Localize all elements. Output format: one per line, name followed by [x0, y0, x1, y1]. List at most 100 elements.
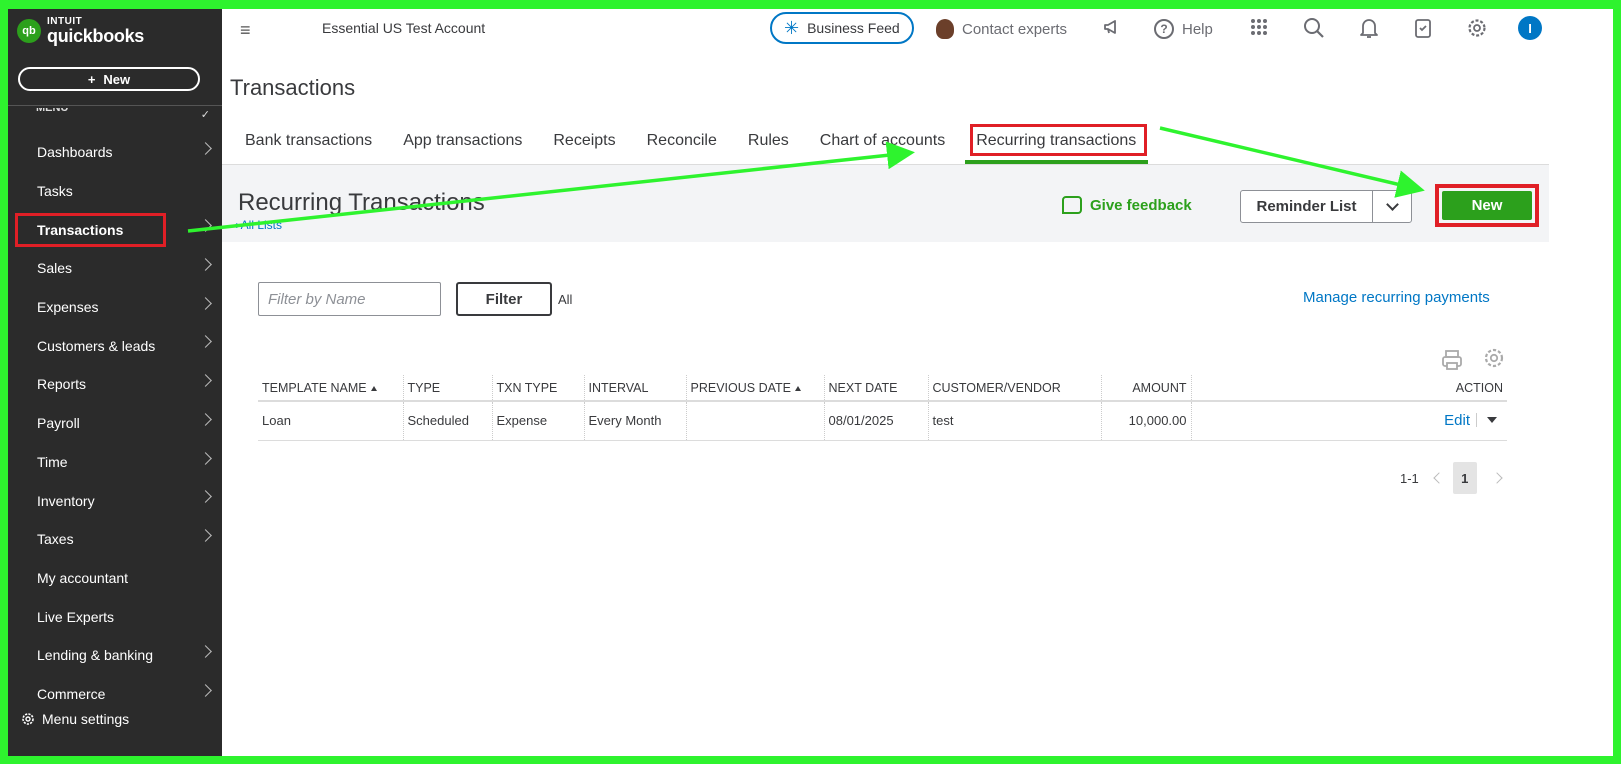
col-txn-type[interactable]: TXN TYPE	[492, 375, 585, 402]
sidebar-item-label: Taxes	[37, 531, 74, 548]
reminder-list-button[interactable]: Reminder List	[1241, 191, 1373, 222]
col-next-date-label: NEXT DATE	[828, 380, 898, 395]
next-page-icon[interactable]	[1491, 472, 1503, 484]
sidebar-item-label: Lending & banking	[37, 647, 153, 664]
sidebar-item-expenses[interactable]: Expenses	[8, 288, 222, 327]
table-settings-gear-icon[interactable]	[1482, 346, 1506, 375]
chevron-down-icon	[1385, 197, 1399, 211]
cell-txn-type: Expense	[492, 401, 585, 441]
cell-customer-vendor: test	[928, 401, 1102, 441]
search-icon[interactable]	[1303, 17, 1325, 44]
sidebar-new-label: New	[103, 71, 131, 87]
col-template-name[interactable]: TEMPLATE NAME	[258, 375, 404, 402]
sidebar-item-inventory[interactable]: Inventory	[8, 481, 222, 520]
sidebar-item-my-accountant[interactable]: My accountant	[8, 559, 222, 598]
sidebar-item-live-experts[interactable]: Live Experts	[8, 597, 222, 636]
sort-ascending-icon	[370, 385, 377, 391]
tab-recurring-transactions[interactable]: Recurring transactions	[961, 124, 1152, 164]
help-label: Help	[1182, 20, 1213, 38]
clipboard-icon[interactable]	[1413, 17, 1433, 44]
chevron-right-icon	[199, 335, 212, 349]
sidebar-item-tasks[interactable]: Tasks	[8, 172, 222, 211]
give-feedback-label: Give feedback	[1090, 196, 1192, 214]
sparkle-icon: ✳	[784, 17, 800, 38]
apps-grid-icon[interactable]	[1249, 17, 1269, 42]
megaphone-icon[interactable]	[1102, 17, 1122, 42]
col-next-date[interactable]: NEXT DATE	[824, 375, 929, 402]
col-type[interactable]: TYPE	[403, 375, 493, 402]
tab-reconcile[interactable]: Reconcile	[632, 124, 733, 164]
all-lists-link[interactable]: ‹ All Lists	[234, 218, 282, 232]
filter-by-name-input[interactable]	[258, 282, 441, 316]
page-number-button[interactable]: 1	[1452, 462, 1477, 494]
col-previous-date[interactable]: PREVIOUS DATE	[686, 375, 825, 402]
new-recurring-button[interactable]: New	[1442, 191, 1532, 220]
col-txn-type-label: TXN TYPE	[496, 380, 558, 395]
col-interval[interactable]: INTERVAL	[584, 375, 687, 402]
col-customer-vendor-label: CUSTOMER/VENDOR	[932, 380, 1061, 395]
tab-label: Reconcile	[646, 132, 717, 149]
sidebar-item-time[interactable]: Time	[8, 443, 222, 482]
tab-label: Chart of accounts	[819, 132, 946, 149]
sidebar-item-label: My accountant	[37, 569, 129, 586]
chevron-right-icon	[199, 683, 212, 697]
sidebar-item-label: Dashboards	[37, 144, 113, 161]
sidebar-item-label: Live Experts	[37, 608, 115, 625]
tab-receipts[interactable]: Receipts	[538, 124, 631, 164]
tab-chart-of-accounts[interactable]: Chart of accounts	[805, 124, 961, 164]
help-button[interactable]: ? Help	[1154, 19, 1213, 39]
collapse-menu-icon[interactable]: ≡	[240, 20, 251, 41]
sidebar-item-label: Payroll	[37, 415, 80, 432]
manage-recurring-payments-link[interactable]: Manage recurring payments	[1303, 289, 1490, 306]
col-previous-date-label: PREVIOUS DATE	[690, 380, 791, 395]
sidebar-item-transactions[interactable]: Transactions	[8, 210, 222, 249]
menu-settings-button[interactable]: Menu settings	[8, 699, 222, 739]
app-window: qb INTUIT quickbooks + New MENU ✓ Dashbo…	[8, 9, 1613, 756]
settings-gear-icon[interactable]	[1466, 17, 1488, 44]
sidebar-item-lending-banking[interactable]: Lending & banking	[8, 636, 222, 675]
sidebar-item-taxes[interactable]: Taxes	[8, 520, 222, 559]
user-avatar[interactable]: I	[1518, 16, 1542, 40]
sidebar-item-label: Time	[37, 453, 68, 470]
print-icon[interactable]	[1440, 348, 1464, 377]
cell-next-date: 08/01/2025	[824, 401, 929, 441]
give-feedback-button[interactable]: Give feedback	[1062, 196, 1192, 214]
col-amount[interactable]: AMOUNT	[1101, 375, 1192, 402]
tab-app-transactions[interactable]: App transactions	[388, 124, 538, 164]
sidebar-item-reports[interactable]: Reports	[8, 365, 222, 404]
row-actions-dropdown-icon[interactable]	[1487, 417, 1497, 424]
sidebar-item-dashboards[interactable]: Dashboards	[8, 133, 222, 172]
contact-experts-label: Contact experts	[962, 20, 1068, 38]
reminder-list-dropdown[interactable]	[1373, 191, 1411, 222]
previous-page-icon[interactable]	[1433, 472, 1445, 484]
company-name: Essential US Test Account	[322, 20, 486, 36]
col-customer-vendor[interactable]: CUSTOMER/VENDOR	[928, 375, 1102, 402]
sidebar-item-payroll[interactable]: Payroll	[8, 404, 222, 443]
chevron-right-icon	[199, 374, 212, 387]
quickbooks-logo[interactable]: qb INTUIT quickbooks	[17, 17, 144, 45]
sidebar-item-sales[interactable]: Sales	[8, 249, 222, 288]
top-bar: ≡ Essential US Test Account ✳ Business F…	[222, 9, 1613, 49]
bell-icon[interactable]	[1359, 17, 1379, 44]
menu-settings-label: Menu settings	[42, 711, 130, 727]
filter-button[interactable]: Filter	[456, 282, 552, 316]
recurring-transactions-table: TEMPLATE NAME TYPE TXN TYPE INTERVAL PRE…	[258, 375, 1507, 441]
sidebar-menu: Dashboards Tasks Transactions Sales Expenses…	[8, 133, 222, 713]
tab-rules[interactable]: Rules	[733, 124, 805, 164]
contact-experts-button[interactable]: Contact experts	[936, 19, 1067, 39]
menu-heading[interactable]: MENU ✓	[18, 108, 210, 122]
business-feed-button[interactable]: ✳ Business Feed	[770, 12, 914, 44]
chevron-left-icon: ‹	[234, 218, 238, 232]
edit-link[interactable]: Edit	[1444, 412, 1470, 429]
pin-icon[interactable]: ✓	[201, 108, 210, 122]
sidebar-new-button[interactable]: + New	[18, 67, 200, 91]
pagination-range: 1-1	[1400, 470, 1419, 486]
plus-icon: +	[87, 71, 96, 87]
sidebar-item-customers-leads[interactable]: Customers & leads	[8, 326, 222, 365]
table-row[interactable]: Loan Scheduled Expense Every Month 08/01…	[258, 401, 1507, 441]
chevron-right-icon	[199, 142, 212, 155]
tab-bank-transactions[interactable]: Bank transactions	[230, 124, 388, 164]
cell-interval: Every Month	[584, 401, 687, 441]
transactions-tabs: Bank transactions App transactions Receipt…	[230, 124, 1152, 164]
cell-template-name: Loan	[258, 401, 404, 441]
